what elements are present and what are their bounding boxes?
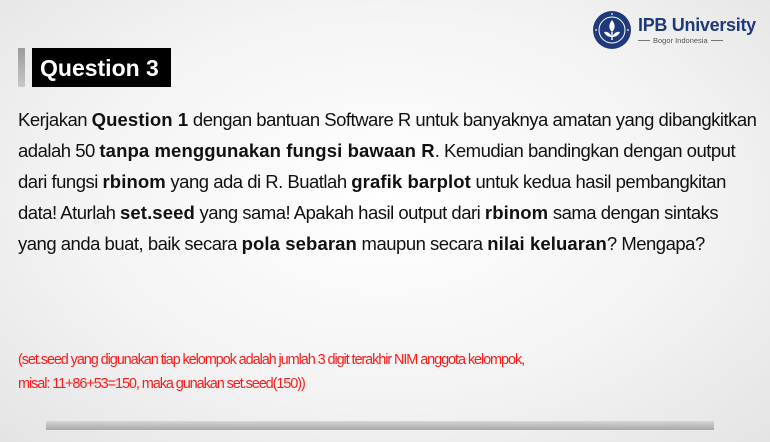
question-bold-run: rbinom <box>102 171 166 192</box>
logo-sub-text: Bogor Indonesia <box>653 35 708 45</box>
question-text-run: yang sama! Apakah hasil output dari <box>194 202 485 223</box>
logo-subtitle: Bogor Indonesia <box>638 37 756 45</box>
question-bold-run: tanpa menggunakan fungsi bawaan R <box>99 140 435 161</box>
question-text: Kerjakan Question 1 dengan bantuan Softw… <box>18 104 758 259</box>
question-bold-run: nilai keluaran <box>487 233 607 254</box>
question-bold-run: Question 1 <box>91 109 189 130</box>
seed-note: (set.seed yang digunakan tiap kelompok a… <box>18 348 758 396</box>
seed-note-line-1: (set.seed yang digunakan tiap kelompok a… <box>18 352 525 368</box>
ipb-seal-icon <box>593 11 631 49</box>
question-text-run: maupun secara <box>356 233 488 254</box>
title-label: Question 3 <box>32 48 171 87</box>
logo-rule <box>638 40 650 41</box>
slide-title: Question 3 <box>18 48 171 87</box>
question-bold-run: rbinom <box>484 202 549 223</box>
logo-name: IPB University <box>638 14 756 35</box>
question-text-run: Kerjakan <box>18 109 92 130</box>
title-accent-bar <box>18 48 25 87</box>
question-bold-run: grafik barplot <box>351 171 471 192</box>
question-bold-run: pola sebaran <box>241 233 357 254</box>
logo-rule <box>710 40 723 41</box>
question-bold-run: set.seed <box>120 202 195 223</box>
ipb-logo: IPB University Bogor Indonesia <box>592 10 756 50</box>
question-text-run: yang ada di R. Buatlah <box>165 171 352 192</box>
bottom-divider-bar <box>46 421 714 430</box>
seed-note-line-2: misal: 11+86+53=150, maka gunakan set.se… <box>18 376 306 392</box>
question-text-run: ? Mengapa? <box>606 233 705 254</box>
